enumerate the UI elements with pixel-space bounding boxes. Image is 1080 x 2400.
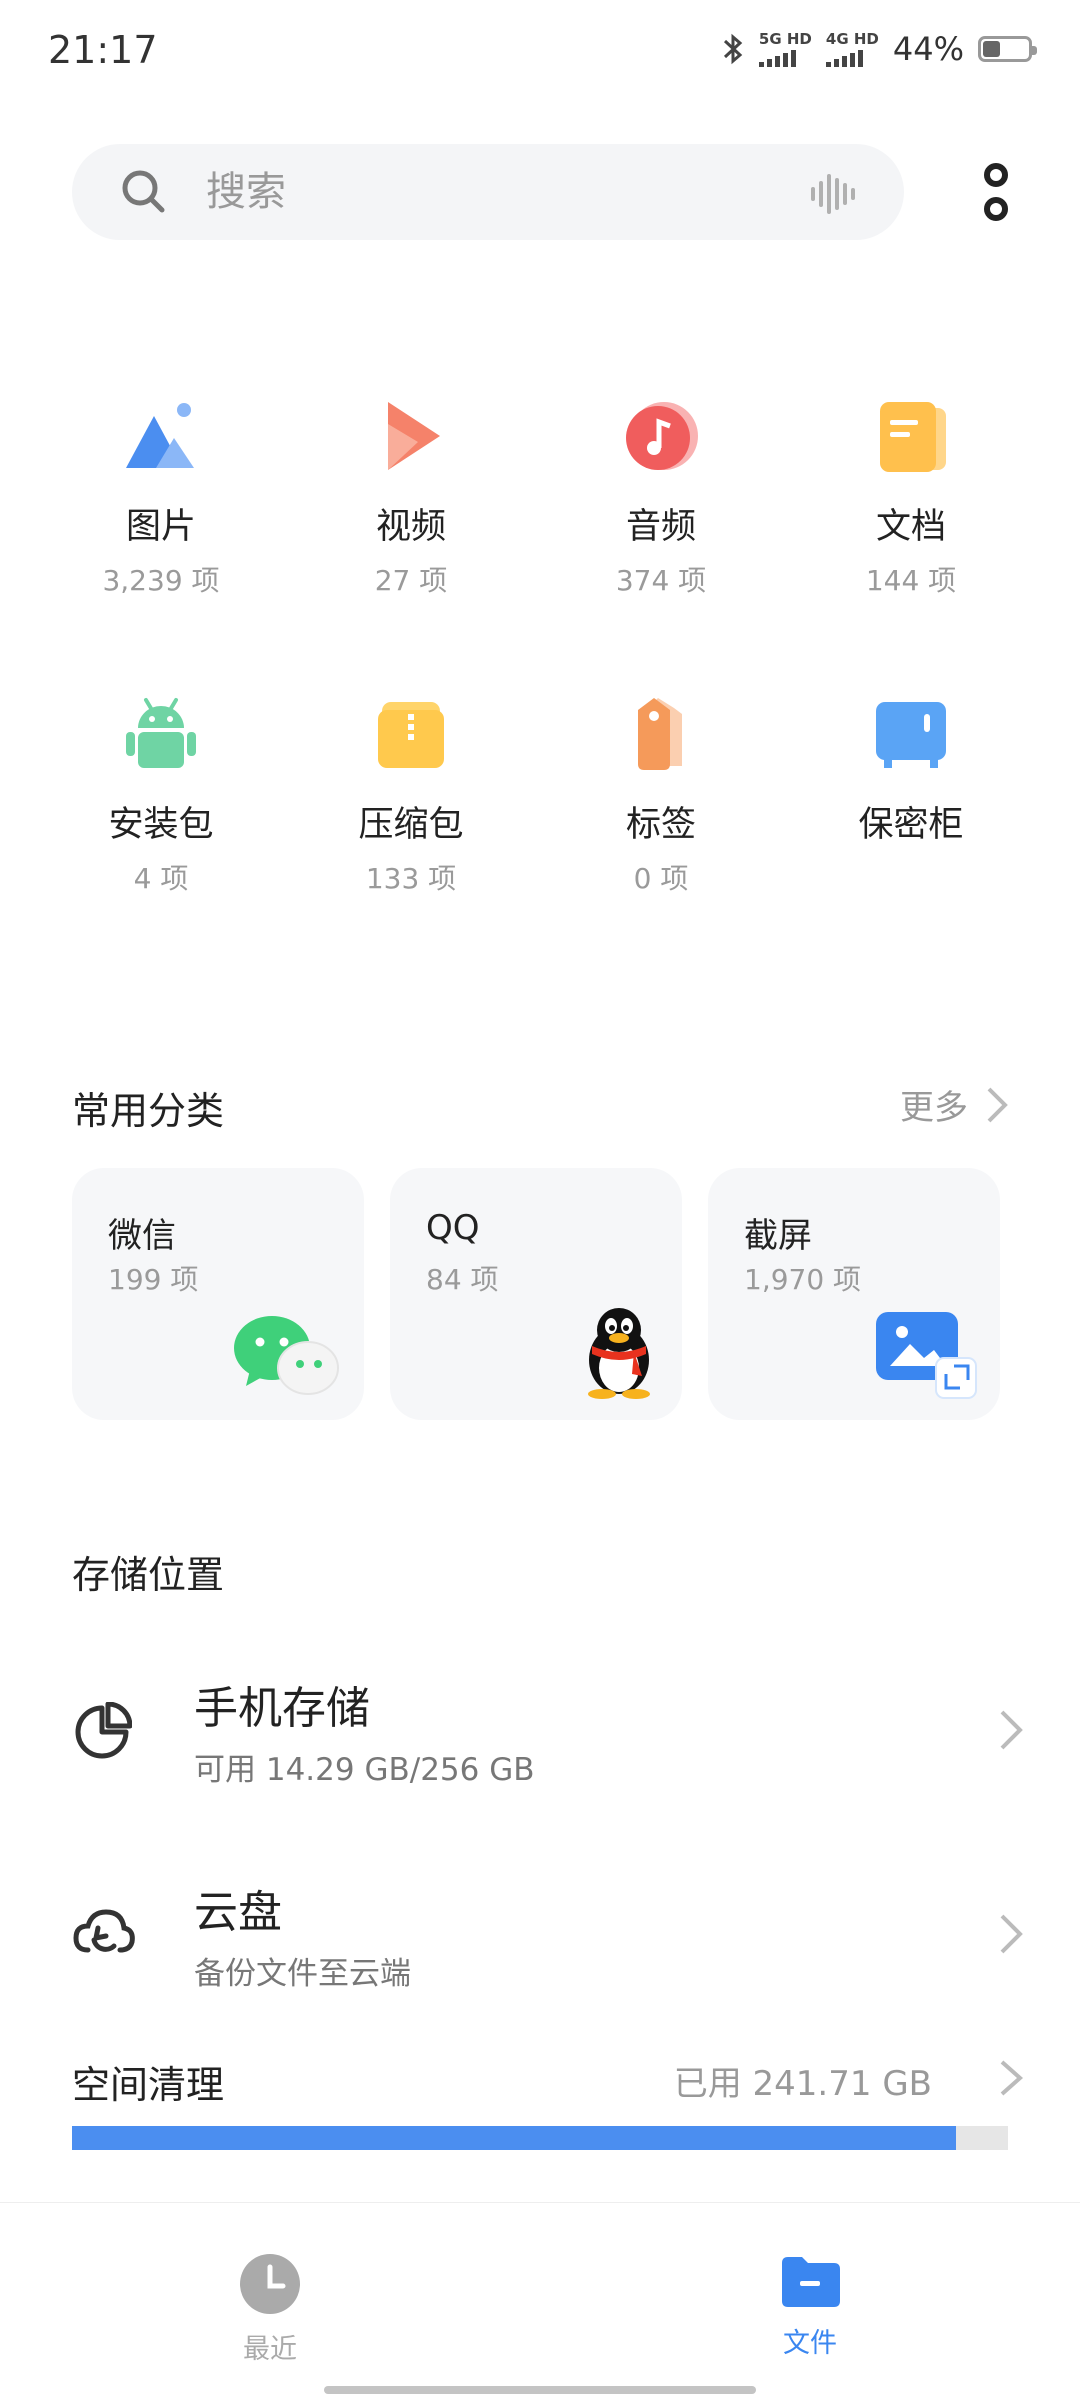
category-audio[interactable]: 音频 374 项 — [536, 394, 786, 599]
phone-storage-subtitle: 可用 14.29 GB/256 GB — [194, 1752, 535, 1788]
sim2-label: 4G HD — [825, 29, 879, 48]
bottom-navigation: 最近 文件 — [0, 2202, 1080, 2400]
phone-storage-title: 手机存储 — [194, 1683, 370, 1734]
storage-section-title: 存储位置 — [72, 1553, 225, 1597]
home-indicator[interactable] — [324, 2386, 756, 2394]
card-screenshots[interactable]: 截屏 1,970 项 — [708, 1168, 1000, 1420]
chevron-right-icon[interactable] — [998, 2058, 1024, 2098]
card-qq[interactable]: QQ 84 项 — [390, 1168, 682, 1420]
card-wechat[interactable]: 微信 199 项 — [72, 1168, 364, 1420]
card-count: 199 项 — [108, 1263, 199, 1296]
video-icon — [388, 402, 440, 470]
folder-icon — [782, 2257, 840, 2307]
qq-penguin-icon — [588, 1308, 650, 1399]
chevron-right-icon — [1000, 1914, 1023, 1954]
search-bar[interactable] — [72, 144, 904, 240]
category-count: 144 项 — [865, 564, 957, 597]
storage-usage-fill — [72, 2126, 956, 2150]
common-section-title: 常用分类 — [72, 1089, 225, 1133]
cloud-storage-title: 云盘 — [194, 1887, 282, 1938]
status-icons: 5G HD 4G HD 44% — [721, 29, 1037, 68]
image-icon — [126, 403, 194, 468]
tab-files-label: 文件 — [783, 2328, 837, 2359]
more-link[interactable]: 更多 — [900, 1080, 1008, 1129]
tag-icon — [638, 698, 682, 770]
category-count: 374 项 — [615, 564, 707, 597]
safe-icon — [876, 702, 946, 768]
category-name: 图片 — [125, 507, 196, 547]
sim1-label: 5G HD — [758, 29, 812, 48]
card-title: 微信 — [108, 1216, 176, 1256]
status-time: 21:17 — [48, 28, 158, 72]
category-count: 4 项 — [133, 862, 189, 895]
tab-recent[interactable]: 最近 — [170, 2253, 370, 2366]
category-count: 3,239 项 — [102, 564, 220, 597]
space-used-label: 已用 241.71 GB — [673, 2064, 932, 2104]
category-videos[interactable]: 视频 27 项 — [286, 394, 536, 599]
category-apks[interactable]: 安装包 4 项 — [36, 692, 286, 897]
battery-icon — [978, 36, 1037, 62]
search-icon — [122, 170, 165, 213]
category-images[interactable]: 图片 3,239 项 — [36, 394, 286, 599]
document-icon — [880, 402, 946, 472]
category-count: 0 项 — [633, 862, 689, 895]
status-bar: 21:17 5G HD 4G HD 44% — [0, 0, 1080, 100]
card-count: 84 项 — [426, 1263, 499, 1296]
category-safe[interactable]: 保密柜 — [786, 692, 1036, 847]
cloud-storage-row[interactable]: 云盘 备份文件至云端 — [0, 1856, 1080, 2016]
category-name: 标签 — [625, 805, 696, 845]
category-documents[interactable]: 文档 144 项 — [786, 394, 1036, 599]
category-name: 文档 — [875, 507, 946, 547]
category-name: 视频 — [375, 507, 446, 547]
sim1-signal: 5G HD — [758, 29, 812, 67]
category-count: 133 项 — [365, 862, 457, 895]
category-tags[interactable]: 标签 0 项 — [536, 692, 786, 897]
chevron-right-icon — [1000, 1710, 1023, 1750]
category-archives[interactable]: 压缩包 133 项 — [286, 692, 536, 897]
category-name: 安装包 — [108, 805, 214, 845]
pie-chart-icon — [75, 1702, 132, 1759]
clock-icon — [240, 2254, 300, 2314]
sim2-signal: 4G HD — [825, 29, 879, 67]
cloud-sync-icon — [73, 1909, 135, 1953]
cloud-storage-subtitle: 备份文件至云端 — [194, 1956, 411, 1992]
android-icon — [126, 698, 196, 768]
category-name: 音频 — [625, 507, 696, 547]
phone-storage-row[interactable]: 手机存储 可用 14.29 GB/256 GB — [0, 1652, 1080, 1812]
card-title: QQ — [426, 1208, 480, 1248]
search-input[interactable] — [206, 164, 726, 220]
chevron-right-icon — [987, 1087, 1008, 1122]
space-cleanup-title[interactable]: 空间清理 — [72, 2054, 224, 2109]
category-name: 保密柜 — [858, 805, 964, 845]
more-options-icon[interactable] — [968, 156, 1024, 228]
category-name: 压缩包 — [358, 805, 464, 845]
tab-recent-label: 最近 — [243, 2334, 297, 2365]
storage-usage-bar — [72, 2126, 1008, 2150]
more-label: 更多 — [900, 1088, 968, 1128]
tab-files[interactable]: 文件 — [710, 2253, 910, 2360]
card-title: 截屏 — [744, 1216, 812, 1256]
archive-icon — [378, 702, 444, 768]
bluetooth-icon — [723, 33, 743, 65]
wechat-icon — [234, 1316, 339, 1395]
card-count: 1,970 项 — [744, 1263, 862, 1296]
category-count: 27 项 — [374, 564, 448, 597]
battery-percent: 44% — [892, 30, 964, 68]
screenshot-icon — [876, 1312, 977, 1399]
audio-icon — [626, 402, 698, 470]
voice-search-icon[interactable] — [810, 174, 856, 214]
